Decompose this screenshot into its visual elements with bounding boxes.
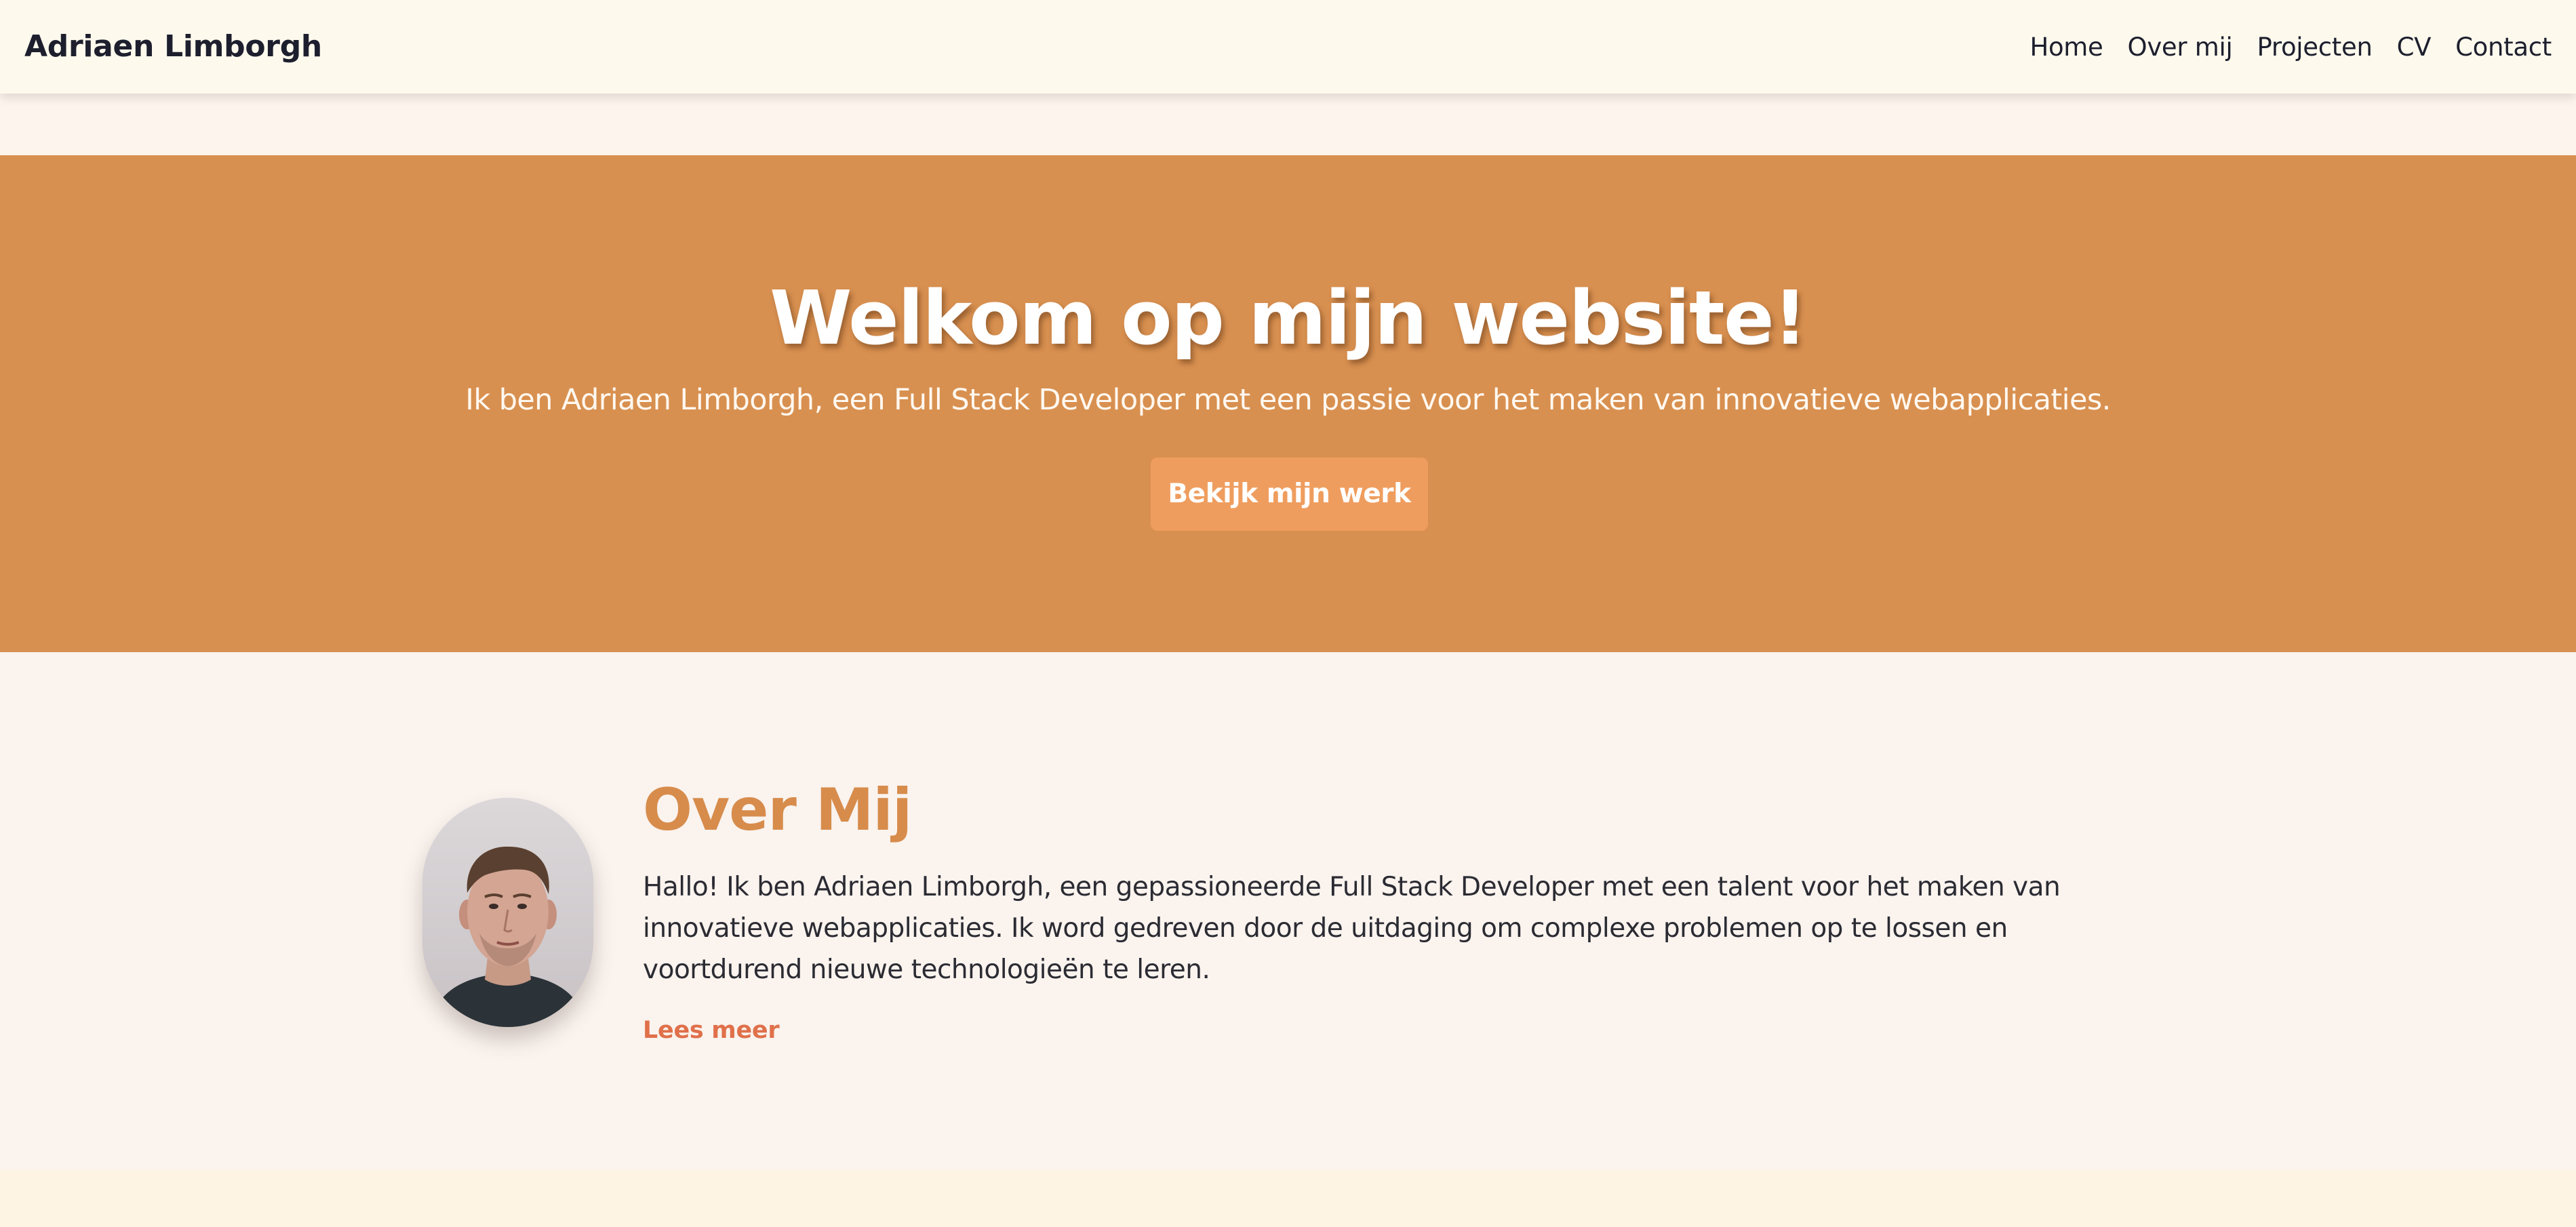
- nav-link-contact[interactable]: Contact: [2455, 33, 2552, 62]
- nav-link-over-mij[interactable]: Over mij: [2128, 33, 2233, 62]
- read-more-link[interactable]: Lees meer: [643, 1017, 780, 1044]
- nav-link-cv[interactable]: CV: [2397, 33, 2432, 62]
- hero-subtitle: Ik ben Adriaen Limborgh, een Full Stack …: [465, 383, 2111, 417]
- avatar: [422, 798, 593, 1027]
- about-text: Hallo! Ik ben Adriaen Limborgh, een gepa…: [643, 872, 2061, 985]
- navbar: Adriaen Limborgh Home Over mij Projecten…: [0, 0, 2576, 94]
- about-title: Over Mij: [643, 776, 912, 844]
- hero-title: Welkom op mijn website!: [770, 275, 1807, 361]
- top-spacer: [0, 94, 2576, 155]
- nav-link-projecten[interactable]: Projecten: [2257, 33, 2372, 62]
- next-section-strip: [0, 1169, 2576, 1227]
- profile-photo: [422, 798, 593, 1027]
- site-brand[interactable]: Adriaen Limborgh: [24, 0, 322, 94]
- main-nav: Home Over mij Projecten CV Contact: [2029, 0, 2552, 94]
- view-work-button[interactable]: Bekijk mijn werk: [1151, 458, 1428, 531]
- nav-link-home[interactable]: Home: [2029, 33, 2103, 62]
